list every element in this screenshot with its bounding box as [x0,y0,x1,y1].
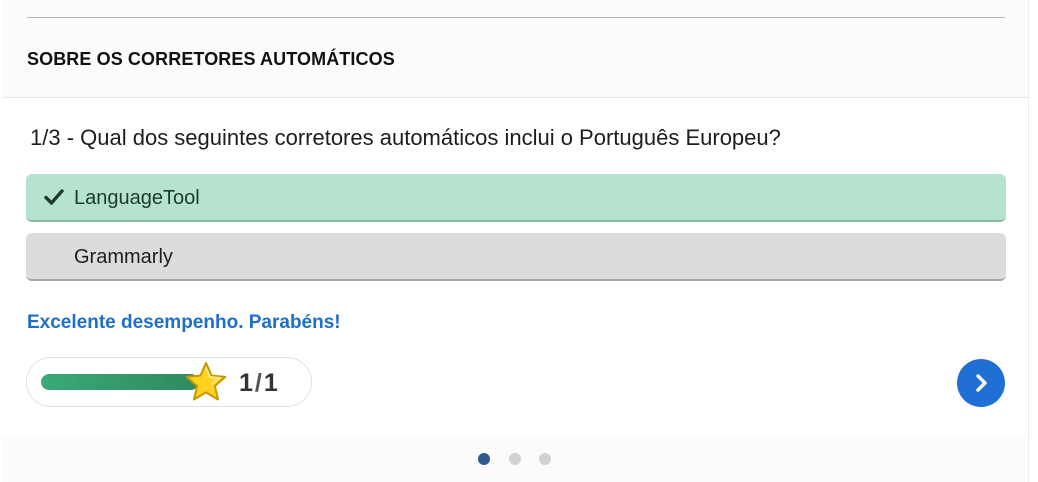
score-current: 1 [239,369,253,397]
pagination-dot-2[interactable] [509,453,521,465]
question-text: 1/3 - Qual dos seguintes corretores auto… [30,125,781,150]
answer-label: LanguageTool [74,187,200,209]
score-pill: 1/1 [26,357,312,407]
score-total: 1 [263,369,278,397]
score-progress-bar [41,374,199,390]
section-title: SOBRE OS CORRETORES AUTOMÁTICOS [27,49,395,69]
score-separator: / [254,369,262,397]
star-icon [185,362,227,401]
check-icon [44,189,64,205]
score-text: 1/1 [239,369,278,398]
pagination-dot-3[interactable] [539,453,551,465]
score-progress-fill [41,374,199,390]
chevron-right-icon [976,374,987,392]
feedback-message: Excelente desempenho. Parabéns! [27,312,341,333]
answer-option-languagetool[interactable]: LanguageTool [26,174,1006,222]
next-question-button[interactable] [957,359,1005,407]
pagination-dot-1[interactable] [478,453,490,465]
answer-option-grammarly[interactable]: Grammarly [26,233,1006,281]
top-divider [27,17,1005,18]
answer-label: Grammarly [74,246,173,268]
